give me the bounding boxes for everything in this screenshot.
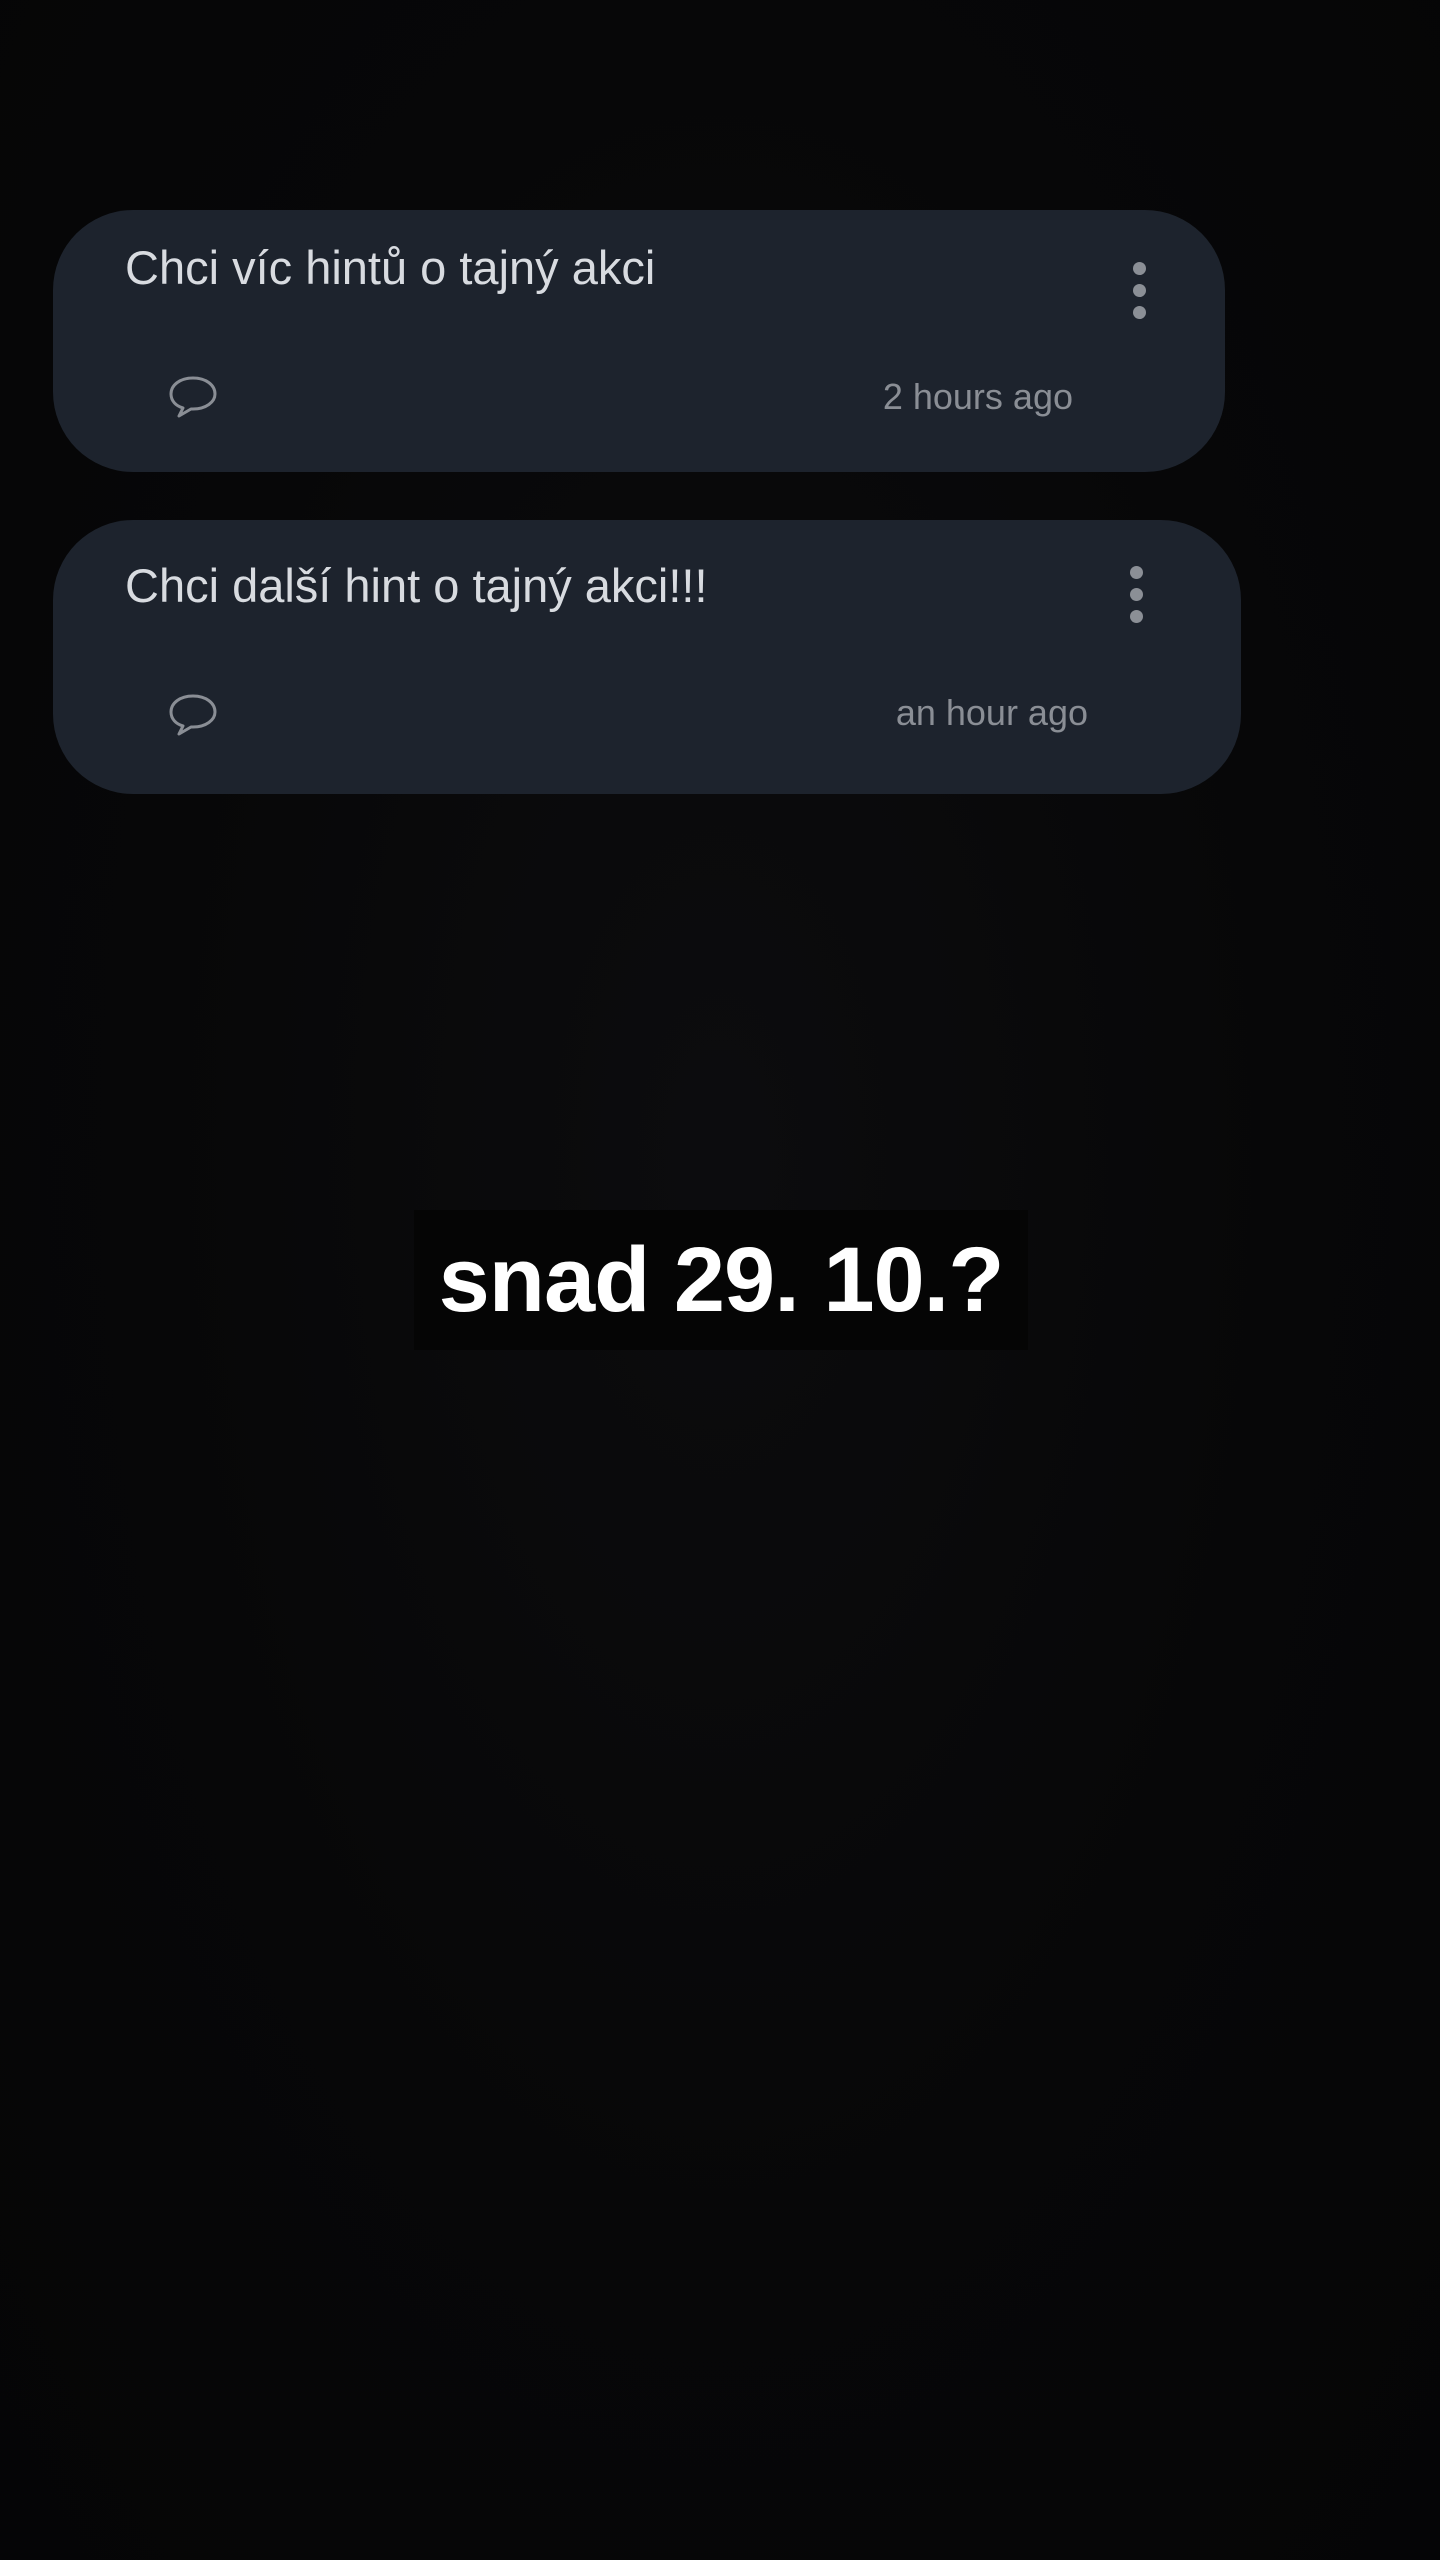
post-title: Chci víc hintů o tajný akci — [125, 241, 656, 294]
post-timestamp: 2 hours ago — [882, 376, 1073, 417]
caption-text: snad 29. 10.? — [438, 1228, 1005, 1331]
post-card[interactable]: Chci víc hintů o tajný akci 2 hours ago — [53, 210, 1225, 472]
story-caption: snad 29. 10.? — [414, 1210, 1028, 1350]
more-vertical-icon[interactable] — [1119, 250, 1159, 330]
speech-bubble-icon[interactable] — [167, 690, 219, 738]
post-card[interactable]: Chci další hint o tajný akci!!! an hour … — [53, 520, 1241, 794]
more-vertical-icon[interactable] — [1116, 554, 1156, 634]
post-timestamp: an hour ago — [895, 692, 1088, 733]
speech-bubble-icon[interactable] — [167, 372, 219, 420]
post-title: Chci další hint o tajný akci!!! — [125, 559, 708, 612]
